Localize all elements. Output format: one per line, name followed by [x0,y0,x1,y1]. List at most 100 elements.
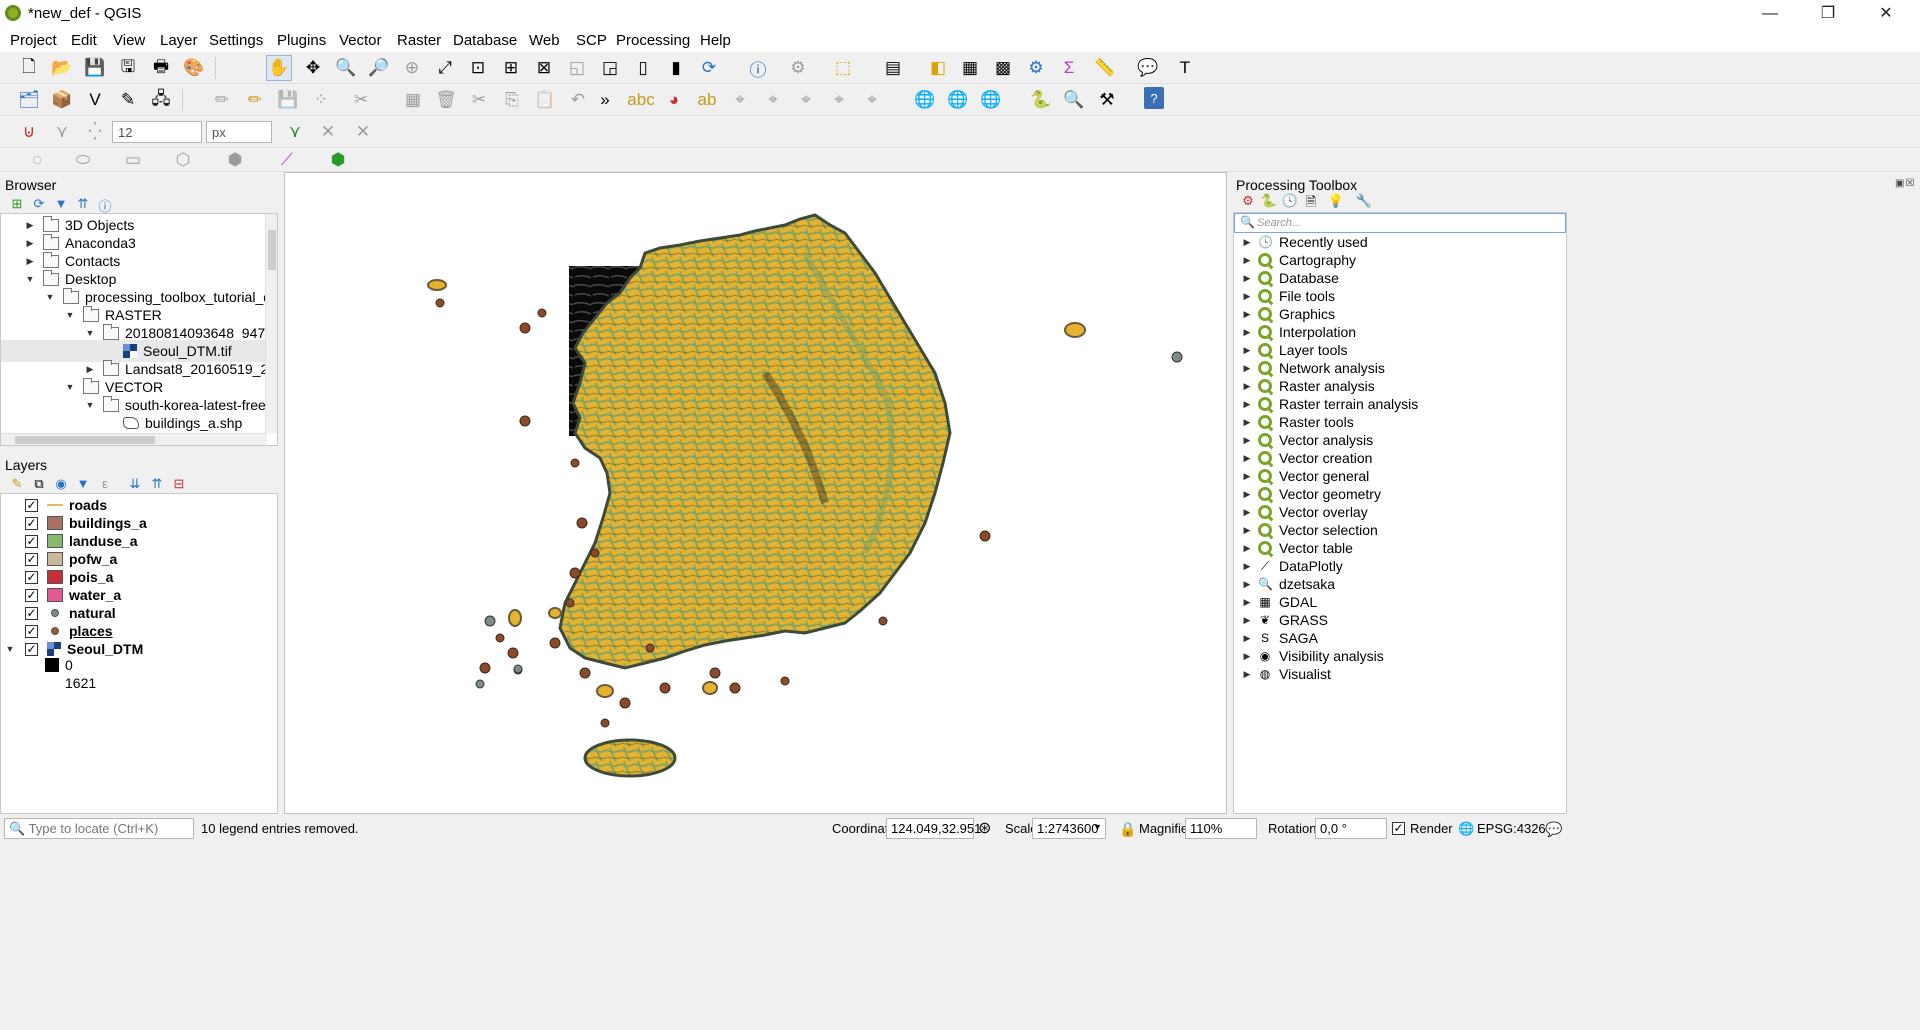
manage-themes-icon[interactable]: ◉ [52,476,70,492]
layer-style-icon[interactable]: ✎ [8,476,26,492]
statistics-icon[interactable]: Σ [1056,55,1082,81]
expand-arrow-icon[interactable]: ▶ [1242,525,1252,536]
pan-map-icon[interactable]: ✋ [266,55,292,81]
toolbox-item[interactable]: ▶ ▦ GDAL [1242,593,1318,611]
rotation-field[interactable]: 0,0 ° [1315,818,1387,839]
vertex-tool-icon[interactable]: ✂ [348,87,374,113]
label-props-icon[interactable]: ⌖ [859,87,885,113]
toolbox-item[interactable]: ▶ ◉ Visibility analysis [1242,647,1384,665]
toolbox-search-input[interactable]: 🔍 Search... [1234,213,1566,233]
attribute-table-icon[interactable]: ▦ [957,55,983,81]
plot-icon[interactable]: ⟋ [274,147,300,173]
snap-tolerance-input[interactable]: 12 [112,121,202,143]
add-delimited-icon[interactable]: ✎ [115,87,141,113]
expand-arrow-icon[interactable]: ▶ [25,220,35,231]
toolbox-float-close-icon[interactable]: ▣☒ [1895,178,1915,189]
print-layout-icon[interactable]: 🖶 [148,55,174,81]
expand-arrow-icon[interactable]: ▶ [1242,579,1252,590]
options-icon[interactable]: 🔧 [1355,193,1373,209]
refresh-icon[interactable]: ⟳ [696,55,722,81]
toolbox-item[interactable]: ▶ Vector analysis [1242,431,1374,449]
layer-visibility-checkbox[interactable]: ✓ [25,516,38,530]
toolbox-item[interactable]: ▶ Graphics [1242,305,1336,323]
browser-vscrollbar[interactable] [265,214,277,433]
browser-collapse-icon[interactable]: ⇈ [74,196,92,212]
expand-arrow-icon[interactable]: ▶ [1242,633,1252,644]
minimize-button[interactable]: — [1748,2,1792,26]
undo-icon[interactable]: ↶ [565,87,591,113]
select-by-value-icon[interactable]: ▤ [880,55,906,81]
wms-icon[interactable]: 🌐 [945,87,971,113]
new-3d-view-icon[interactable]: ▮ [663,55,689,81]
globe-icon[interactable]: 🌐 [978,87,1004,113]
zoom-to-layer-icon[interactable]: ⊞ [498,55,524,81]
filter-legend-icon[interactable]: ▼ [74,476,92,491]
collapse-all-icon[interactable]: ⇈ [148,476,166,492]
menu-database[interactable]: Database [453,32,517,49]
lock-scale-icon[interactable]: 🔒 [1119,821,1136,838]
menu-help[interactable]: Help [700,32,731,49]
zoom-last-icon[interactable]: ◱ [564,55,590,81]
layer-item[interactable]: ▼ ✓ Seoul_DTM [5,638,144,660]
save-project-icon[interactable]: 💾 [82,55,108,81]
collapse-arrow-icon[interactable]: ▼ [25,274,35,284]
scp-icon[interactable]: ⬢ [325,147,351,173]
add-regular-icon[interactable]: ⬢ [222,147,248,173]
layer-visibility-checkbox[interactable]: ✓ [25,552,38,566]
expand-arrow-icon[interactable]: ▶ [25,256,35,267]
expand-arrow-icon[interactable]: ▶ [1242,453,1252,464]
toolbox-item[interactable]: ▶ Database [1242,269,1339,287]
expand-arrow-icon[interactable]: ▶ [1242,309,1252,320]
layer-visibility-checkbox[interactable]: ✓ [25,498,38,512]
remove-layer-icon[interactable]: ⊟ [170,476,188,492]
toolbox-item[interactable]: ▶ Vector overlay [1242,503,1368,521]
collapse-arrow-icon[interactable]: ▼ [5,644,15,654]
menu-plugins[interactable]: Plugins [277,32,326,49]
zoom-in-icon[interactable]: 🔍 [333,55,359,81]
add-virtual-layer-icon[interactable]: 🖧 [148,87,174,113]
select-features-icon[interactable]: ⬚ [830,55,856,81]
toolbox-item[interactable]: ▶ 🔍 dzetsaka [1242,575,1336,593]
crs-globe-icon[interactable]: 🌐 [1458,821,1474,837]
menu-edit[interactable]: Edit [71,32,97,49]
toolbox-item[interactable]: ▶ Raster tools [1242,413,1354,431]
tools-icon[interactable]: ⚒ [1094,87,1120,113]
zoom-to-selection-icon[interactable]: ⊡ [465,55,491,81]
zoom-native-icon[interactable]: ⊠ [531,55,557,81]
change-label-icon[interactable]: ⌖ [826,87,852,113]
menu-raster[interactable]: Raster [397,32,441,49]
menu-vector[interactable]: Vector [339,32,382,49]
snap-layers-icon[interactable]: ⋎ [49,119,75,145]
layer-visibility-checkbox[interactable]: ✓ [25,570,38,584]
maximize-button[interactable]: ❐ [1806,2,1850,26]
layer-visibility-checkbox[interactable]: ✓ [25,642,38,656]
deselect-icon[interactable]: ◧ [925,55,951,81]
expand-arrow-icon[interactable]: ▶ [1242,255,1252,266]
collapse-arrow-icon[interactable]: ▼ [85,328,95,338]
toolbox-item[interactable]: ▶ File tools [1242,287,1336,305]
toolbox-item[interactable]: ▶ ⟋ DataPlotly [1242,557,1343,575]
snap-vertex-icon[interactable]: ⁛ [82,119,108,145]
toggle-editing-icon[interactable]: ✏ [242,87,268,113]
zoom-next-icon[interactable]: ◲ [597,55,623,81]
identify-icon[interactable]: ⓘ [745,55,771,81]
processing-toolbox-icon[interactable]: ⚙ [1023,55,1049,81]
expand-arrow-icon[interactable]: ▶ [1242,363,1252,374]
toolbox-item[interactable]: ▶ Vector selection [1242,521,1378,539]
menu-view[interactable]: View [113,32,145,49]
delete-selected-icon[interactable]: 🗑 [433,87,459,113]
run-action-icon[interactable]: ⚙ [785,55,811,81]
expand-arrow-icon[interactable]: ▶ [1242,597,1252,608]
collapse-arrow-icon[interactable]: ▼ [65,382,75,392]
cut-features-icon[interactable]: ✂ [466,87,492,113]
style-manager-icon[interactable]: 🎨 [181,55,207,81]
expand-arrow-icon[interactable]: ▶ [1242,651,1252,662]
expand-arrow-icon[interactable]: ▶ [1242,327,1252,338]
menu-layer[interactable]: Layer [160,32,198,49]
expand-arrow-icon[interactable]: ▶ [1242,669,1252,680]
pin-labels-icon[interactable]: ab [694,87,720,113]
models-icon[interactable]: ⚙ [1239,193,1257,209]
layer-visibility-checkbox[interactable]: ✓ [25,606,38,620]
batch-icon[interactable]: 💡 [1327,193,1345,209]
new-geopackage-icon[interactable]: 📦 [49,87,75,113]
